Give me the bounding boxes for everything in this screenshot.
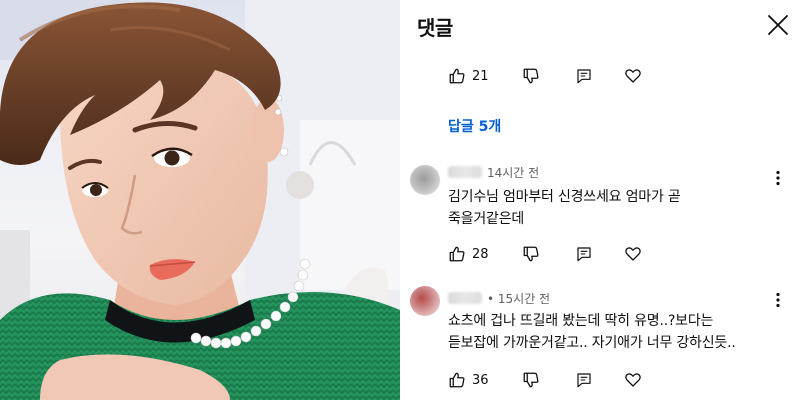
heart-icon xyxy=(625,69,641,83)
like-count: 21 xyxy=(472,68,489,84)
selfie-photo xyxy=(0,0,400,400)
heart-button[interactable] xyxy=(624,67,642,85)
more-vertical-icon xyxy=(776,292,780,308)
heart-button[interactable] xyxy=(624,245,642,263)
panel-title: 댓글 xyxy=(417,16,453,40)
blurred-username[interactable] xyxy=(448,166,482,178)
comment-actions: 28 xyxy=(448,244,642,264)
close-icon xyxy=(768,15,788,35)
like-button[interactable]: 36 xyxy=(448,371,498,389)
comment-menu-button[interactable] xyxy=(770,292,786,310)
comment-actions: 36 xyxy=(448,370,642,390)
like-count: 36 xyxy=(472,372,489,388)
thumbs-down-icon xyxy=(523,68,539,84)
comment-text: 쇼츠에 겁나 뜨길래 봤는데 딱히 유명..?보다는 듣보잡에 가까운거같고..… xyxy=(448,310,736,354)
comment-menu-button[interactable] xyxy=(770,170,786,188)
like-count: 28 xyxy=(472,246,489,262)
reply-icon xyxy=(577,247,591,262)
dislike-button[interactable] xyxy=(522,371,540,389)
dislike-button[interactable] xyxy=(522,67,540,85)
heart-icon xyxy=(625,373,641,387)
view-replies-link[interactable]: 답글 5개 xyxy=(448,116,501,136)
comment-text-line: 쇼츠에 겁나 뜨길래 봤는데 딱히 유명..?보다는 xyxy=(448,313,714,329)
reply-button[interactable] xyxy=(576,372,592,388)
comment-text-line: 죽을거같은데 xyxy=(448,211,525,227)
blurred-username[interactable] xyxy=(448,292,482,304)
comment-actions: 21 xyxy=(448,66,642,86)
thumbs-up-icon xyxy=(449,246,465,262)
reply-icon xyxy=(577,69,591,84)
comment-text-line: 듣보잡에 가까운거같고.. 자기애가 너무 강하신듯.. xyxy=(448,335,736,351)
comment-meta: • 15시간 전 xyxy=(448,289,550,307)
like-button[interactable]: 21 xyxy=(448,67,498,85)
avatar[interactable] xyxy=(410,286,440,316)
heart-icon xyxy=(625,247,641,261)
avatar[interactable] xyxy=(410,165,440,195)
thumbs-up-icon xyxy=(449,372,465,388)
thumbs-down-icon xyxy=(523,246,539,262)
more-vertical-icon xyxy=(776,170,780,186)
dislike-button[interactable] xyxy=(522,245,540,263)
comment-text-line: 김기수님 엄마부터 신경쓰세요 엄마가 곧 xyxy=(448,189,681,205)
like-button[interactable]: 28 xyxy=(448,245,498,263)
comment-meta: 14시간 전 xyxy=(448,163,539,181)
reply-button[interactable] xyxy=(576,246,592,262)
close-button[interactable] xyxy=(766,13,790,37)
comment-time: • 15시간 전 xyxy=(487,291,551,306)
heart-button[interactable] xyxy=(624,371,642,389)
reply-button[interactable] xyxy=(576,68,592,84)
thumbs-up-icon xyxy=(449,68,465,84)
thumbs-down-icon xyxy=(523,372,539,388)
comments-panel: 댓글 21 답글 5개 14시간 전 김기수님 엄마부터 신경쓰세요 엄마가 곧… xyxy=(400,0,800,400)
selfie-illustration xyxy=(0,0,400,400)
comment-text: 김기수님 엄마부터 신경쓰세요 엄마가 곧 죽을거같은데 xyxy=(448,186,681,230)
reply-icon xyxy=(577,373,591,388)
comment-time: 14시간 전 xyxy=(487,165,540,180)
